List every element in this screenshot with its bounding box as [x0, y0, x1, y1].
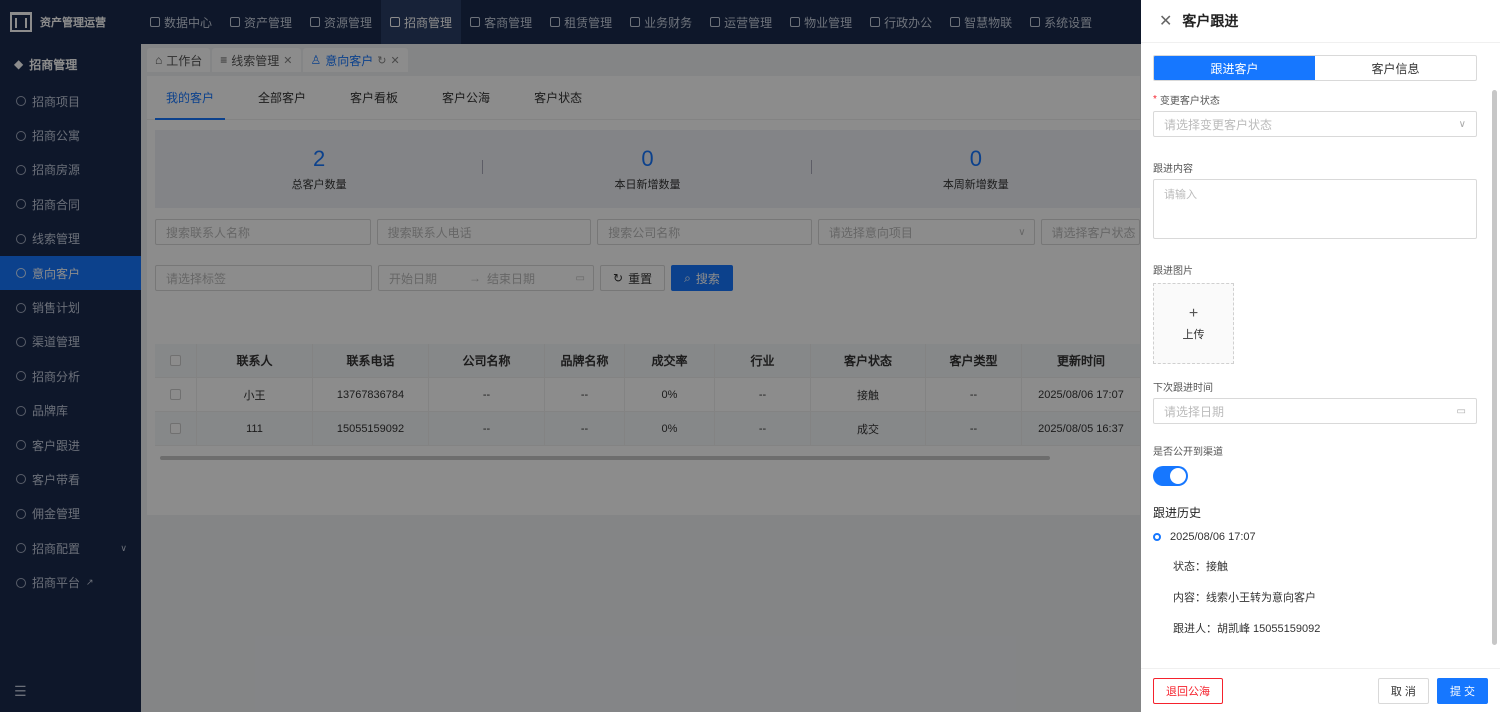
submit-button[interactable]: 提 交: [1436, 677, 1488, 704]
drawer-body: 跟进客户 客户信息 * 变更客户状态 请选择变更客户状态 ∨ 跟进内容 请输入 跟进…: [1153, 55, 1477, 636]
image-upload-button[interactable]: + 上传: [1153, 283, 1234, 364]
content-field-label: 跟进内容: [1153, 163, 1193, 175]
upload-label: 上传: [1182, 328, 1205, 341]
drawer-vertical-scrollbar[interactable]: [1492, 90, 1497, 645]
close-icon[interactable]: ✕: [1159, 11, 1172, 31]
calendar-icon: ▭: [1456, 405, 1466, 417]
seg-customer-info[interactable]: 客户信息: [1315, 56, 1476, 80]
field-label-text: 变更客户状态: [1159, 95, 1220, 107]
public-field-label: 是否公开到渠道: [1153, 446, 1223, 458]
select-placeholder: 请选择变更客户状态: [1164, 117, 1273, 132]
follow-up-drawer: ✕ 客户跟进 跟进客户 客户信息 * 变更客户状态 请选择变更客户状态 ∨ 跟进内容…: [1141, 0, 1500, 712]
status-field-label: * 变更客户状态: [1153, 91, 1477, 107]
history-time: 2025/08/06 17:07: [1170, 531, 1256, 543]
image-field-label: 跟进图片: [1153, 265, 1193, 277]
drawer-header: ✕ 客户跟进: [1141, 0, 1500, 43]
next-time-field-label: 下次跟进时间: [1153, 382, 1213, 394]
plus-icon: +: [1188, 304, 1199, 322]
timeline-dot: [1153, 533, 1161, 541]
cancel-button[interactable]: 取 消: [1377, 677, 1429, 704]
chevron-down-icon: ∨: [1458, 118, 1466, 130]
history-status: 状态：接触: [1173, 561, 1228, 573]
public-to-channel-toggle[interactable]: [1153, 466, 1188, 486]
history-item: 2025/08/06 17:07: [1153, 531, 1477, 543]
required-mark: *: [1153, 93, 1157, 105]
seg-follow-customer[interactable]: 跟进客户: [1154, 56, 1315, 80]
drawer-mask-overlay[interactable]: [0, 0, 1141, 712]
date-placeholder: 请选择日期: [1164, 404, 1225, 419]
drawer-footer: 退回公海 取 消 提 交: [1141, 668, 1500, 712]
history-person: 跟进人：胡凯峰 15055159092: [1173, 623, 1321, 635]
history-content: 内容：线索小王转为意向客户: [1173, 592, 1316, 604]
drawer-segment-tabs: 跟进客户 客户信息: [1153, 55, 1477, 81]
return-to-pool-button[interactable]: 退回公海: [1153, 677, 1223, 704]
drawer-title: 客户跟进: [1182, 13, 1239, 29]
next-follow-date-picker[interactable]: 请选择日期 ▭: [1153, 398, 1477, 424]
status-select[interactable]: 请选择变更客户状态 ∨: [1153, 111, 1477, 137]
follow-content-textarea[interactable]: 请输入: [1153, 179, 1477, 239]
history-title: 跟进历史: [1153, 506, 1202, 520]
